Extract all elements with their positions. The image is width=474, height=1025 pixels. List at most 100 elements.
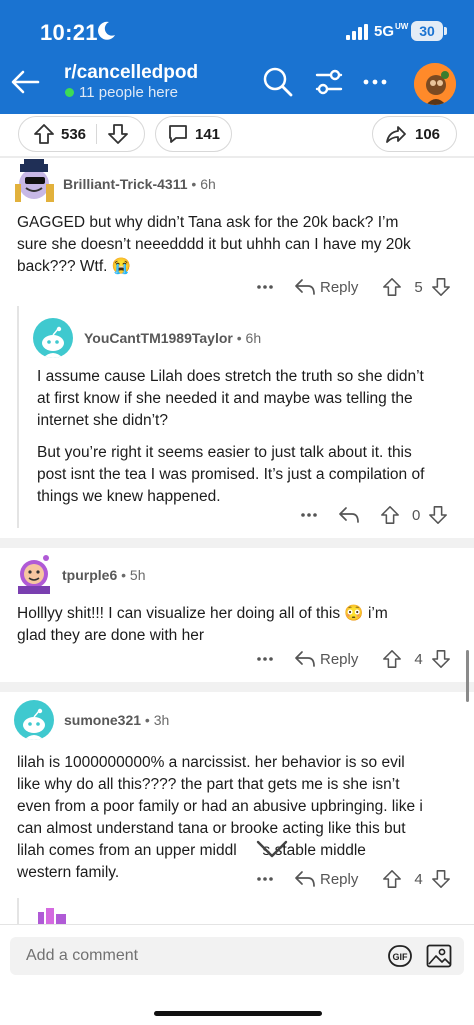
network-sub-label: UW [395,22,409,31]
comment-actions: Reply 4 [256,644,451,674]
comment-bar: Add a comment GIF [0,924,474,1025]
comment-author[interactable]: Brilliant-Trick-4311 [63,176,188,192]
downvote-icon[interactable] [431,277,451,297]
scrollbar[interactable] [466,650,469,702]
comment-line: sure she doesn’t neeedddd it but uhhh ca… [17,236,411,253]
home-indicator[interactable] [154,1011,322,1016]
comment-actions: 0 [300,500,448,530]
comment-meta: Brilliant-Trick-4311 • 6h [63,176,216,192]
comment-author[interactable]: YouCantTM1989Taylor [84,330,233,346]
upvote-icon[interactable] [380,505,400,525]
comment-line: Holllyy shit!!! I can visualize her doin… [17,605,388,622]
comment-line: like why do all this???? the part that g… [17,776,400,793]
comment-avatar[interactable] [12,550,56,594]
vote-count: 5 [414,278,423,296]
comment-line: GAGGED but why didn’t Tana ask for the 2… [17,214,399,231]
reply-button[interactable]: Reply [320,279,358,296]
comment-avatar[interactable] [33,318,73,358]
comment-body: I assume cause Lilah does stretch the tr… [37,366,424,508]
comment-line: I assume cause Lilah does stretch the tr… [37,368,424,385]
comments-button[interactable]: 141 [155,116,232,152]
reply-button[interactable]: Reply [320,871,358,888]
online-dot [65,88,74,97]
comment-avatar[interactable] [14,700,54,740]
battery-tip [444,27,447,35]
comment-divider [0,682,474,692]
moon-icon [98,21,115,40]
user-avatar-icon [414,63,456,105]
comment-line: But you’re right it seems easier to just… [37,444,412,461]
more-icon[interactable] [300,512,318,518]
vote-count: 4 [414,650,423,668]
comment-line: can almost understand tana or brooke act… [17,820,406,837]
default-snoo-icon [42,326,64,358]
comment-avatar[interactable] [12,158,58,204]
gif-icon[interactable]: GIF [388,945,412,967]
vote-pill: 536 [18,116,145,152]
comment-line: lilah comes from an upper middl s stable… [17,842,366,859]
downvote-icon[interactable] [431,649,451,669]
comment-bubble-icon [169,125,187,143]
share-button[interactable]: 106 [372,116,457,152]
comment-author[interactable]: tpurple6 [62,567,117,583]
vote-count: 0 [412,506,421,524]
reply-icon[interactable] [294,650,316,668]
gif-label: GIF [393,952,409,962]
comment-line: even from a poor family or had an abusiv… [17,798,423,815]
reply-icon[interactable] [294,278,316,296]
comment-count: 141 [195,125,221,143]
comment-actions: Reply 4 [256,864,451,894]
comment-author[interactable]: sumone321 [64,712,141,728]
upvote-icon[interactable] [382,869,402,889]
comment-body: GAGGED but why didn’t Tana ask for the 2… [17,212,411,278]
subreddit-name[interactable]: r/cancelledpod [64,62,198,84]
network-indicator: 5GUW [374,22,409,41]
upvote-count: 536 [61,125,87,143]
vote-count: 4 [414,870,423,888]
comment-age: 3h [153,712,170,728]
more-icon[interactable] [256,876,274,882]
user-avatar[interactable] [414,63,456,105]
comment-input[interactable]: Add a comment GIF [10,937,464,975]
upvote-icon[interactable] [382,277,402,297]
thread-line [17,898,19,924]
comment-actions: Reply 5 [256,272,451,302]
image-icon[interactable] [426,944,452,968]
back-arrow-icon[interactable] [8,64,44,100]
downvote-icon[interactable] [431,869,451,889]
comment-age: 6h [245,330,262,346]
filter-icon[interactable] [313,66,345,98]
comment-body: Holllyy shit!!! I can visualize her doin… [17,603,388,647]
reply-button[interactable]: Reply [320,651,358,668]
comment-meta: tpurple6 • 5h [62,567,146,583]
comment-line: lilah is 1000000000% a narcissist. her b… [17,754,405,771]
reply-icon[interactable] [338,506,360,524]
downvote-icon[interactable] [107,123,129,145]
signal-icon [346,24,368,40]
chevron-down-icon[interactable] [250,830,294,866]
comment-line: internet she didn’t? [37,412,168,429]
upvote-icon[interactable] [33,123,55,145]
reply-icon[interactable] [294,870,316,888]
search-icon[interactable] [262,66,294,98]
more-icon[interactable] [256,284,274,290]
more-icon[interactable] [256,656,274,662]
thread-line [17,306,19,528]
share-arrow-icon [386,126,406,143]
comment-age: 6h [200,176,216,192]
upvote-icon[interactable] [382,649,402,669]
snoo-avatar-icon [18,555,50,594]
more-options-icon[interactable] [362,72,388,92]
default-snoo-icon [23,708,45,740]
status-time: 10:21 [40,20,98,45]
top-header: 10:21 5GUW 30 r/cancelledpod 11 people h… [0,0,474,114]
comment-placeholder: Add a comment [26,947,139,964]
share-count: 106 [415,125,441,143]
partial-avatar-icon [38,908,66,924]
comment-meta: sumone321 • 3h [64,712,170,728]
comment-divider [0,538,474,548]
post-divider [0,156,474,158]
downvote-icon[interactable] [428,505,448,525]
comment-line: post isnt the tea I was promised. It’s j… [37,466,425,483]
snoo-avatar-icon [15,159,54,202]
